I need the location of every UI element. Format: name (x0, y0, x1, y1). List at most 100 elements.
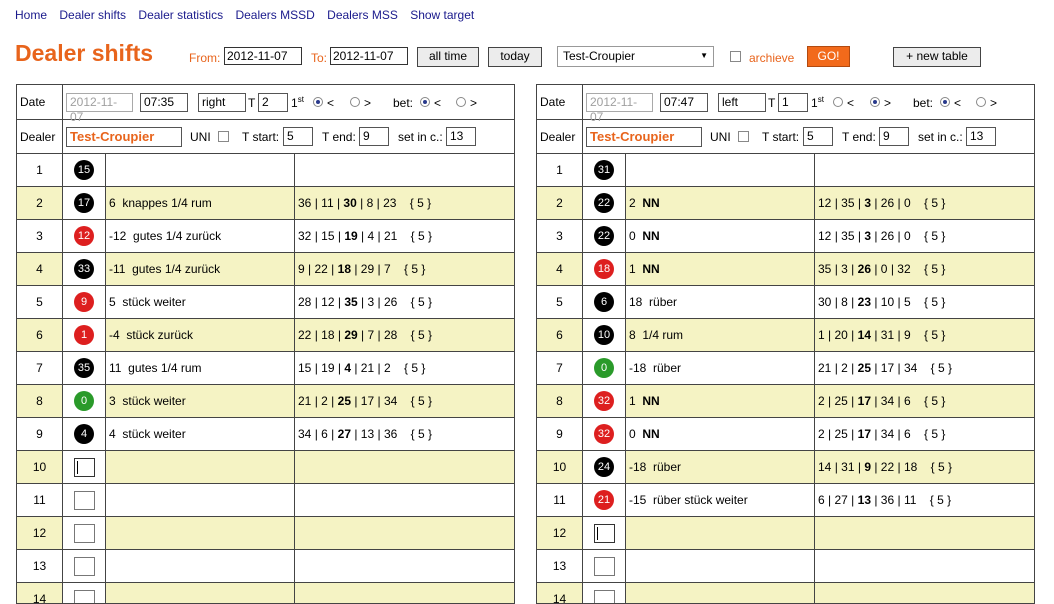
move-cell: 1 NN (626, 253, 815, 285)
bet-left-radio[interactable] (940, 97, 950, 107)
st-right-radio[interactable] (350, 97, 360, 107)
ball-number: 6 (594, 292, 614, 312)
sector-number: 25 (857, 361, 871, 375)
ball-number: 1 (74, 325, 94, 345)
sector-number: 6 (818, 493, 825, 507)
nav-dealer-shifts[interactable]: Dealer shifts (59, 8, 126, 22)
set-in-input[interactable]: 13 (966, 127, 996, 146)
t-end-input[interactable]: 9 (879, 127, 909, 146)
spin-result-input[interactable] (594, 590, 615, 603)
move-description: gutes 1/4 rum (128, 361, 202, 375)
date-input[interactable]: 2012-11-07 (66, 93, 133, 124)
bet-right-radio[interactable] (456, 97, 466, 107)
nav-show-target[interactable]: Show target (410, 8, 474, 22)
dealer-input[interactable]: Test-Croupier (586, 127, 702, 147)
to-label: To: (311, 51, 328, 65)
nav-dealers-mssd[interactable]: Dealers MSSD (235, 8, 314, 22)
t-input[interactable]: 1 (778, 93, 808, 112)
sector-number: 4 (344, 361, 351, 375)
move-cell: 18 rüber (626, 286, 815, 318)
spin-result-cell: 18 (583, 253, 626, 285)
go-button[interactable]: GO! (807, 46, 850, 67)
sector-number: 23 (383, 196, 397, 210)
uni-label: UNI (190, 130, 211, 144)
ball-number: 17 (74, 193, 94, 213)
from-date-input[interactable]: 2012-11-07 (224, 47, 302, 65)
today-button[interactable]: today (488, 47, 542, 67)
sector-number: 31 (841, 460, 855, 474)
t-start-input[interactable]: 5 (283, 127, 313, 146)
spin-result-input[interactable] (74, 524, 95, 543)
date-row: Date 2012-11-07 07:35 right T 2 1st < > bet: < > (17, 85, 514, 124)
spin-result-input[interactable] (594, 524, 615, 543)
move-distance: -18 (629, 361, 647, 375)
uni-checkbox[interactable] (738, 129, 749, 143)
sector-cell: 12 | 35 | 3 | 26 | 0 { 5 } (818, 196, 946, 210)
spin-result-input[interactable] (74, 491, 95, 510)
st-right-radio[interactable] (870, 97, 880, 107)
side-input[interactable]: left (718, 93, 766, 112)
t-start-input[interactable]: 5 (803, 127, 833, 146)
st-left-radio[interactable] (313, 97, 323, 107)
ball-number: 22 (594, 226, 614, 246)
move-description: gutes 1/4 zurück (133, 229, 222, 243)
spin-result-input[interactable] (74, 458, 95, 477)
sector-number: 27 (337, 427, 351, 441)
t-start-label: T start: (242, 130, 280, 144)
spin-result-input[interactable] (74, 590, 95, 603)
date-input[interactable]: 2012-11-07 (586, 93, 653, 124)
sector-count: { 5 } (923, 394, 946, 408)
sector-count: { 5 } (410, 295, 433, 309)
spin-result-cell: 4 (63, 418, 106, 450)
nav-home[interactable]: Home (15, 8, 47, 22)
move-cell: 2 NN (626, 187, 815, 219)
to-date-input[interactable]: 2012-11-07 (330, 47, 408, 65)
move-description: NN (642, 394, 660, 408)
set-in-input[interactable]: 13 (446, 127, 476, 146)
move-description: rüber (653, 361, 682, 375)
nav-dealer-statistics[interactable]: Dealer statistics (138, 8, 223, 22)
move-distance: 0 (629, 427, 636, 441)
spin-number: 3 (537, 220, 583, 252)
bet-right-radio[interactable] (976, 97, 986, 107)
spin-result-input[interactable] (594, 557, 615, 576)
spin-number: 3 (17, 220, 63, 252)
spin-result-input[interactable] (74, 557, 95, 576)
sector-number: 17 (880, 361, 895, 375)
sector-number: 1 (818, 328, 825, 342)
t-input[interactable]: 2 (258, 93, 288, 112)
sector-cell (815, 517, 1034, 549)
spin-row: 944 stück weiter 34 | 6 | 27 | 13 | 36 { … (17, 418, 514, 451)
sector-number: 8 (366, 196, 374, 210)
dealer-input[interactable]: Test-Croupier (66, 127, 182, 147)
move-distance: 0 (629, 229, 636, 243)
sector-cell (295, 517, 514, 549)
bet-left-radio[interactable] (420, 97, 430, 107)
sector-count: { 5 } (923, 295, 946, 309)
new-table-button[interactable]: + new table (893, 47, 981, 67)
croupier-select[interactable]: Test-Croupier ▼ (557, 46, 714, 67)
archieve-checkbox[interactable] (730, 49, 741, 63)
move-cell: -18 rüber (626, 352, 815, 384)
t-end-input[interactable]: 9 (359, 127, 389, 146)
time-input[interactable]: 07:35 (140, 93, 188, 112)
st-left-label: < (327, 96, 335, 110)
move-cell: 0 NN (626, 220, 815, 252)
side-input[interactable]: right (198, 93, 246, 112)
sector-number: 15 (321, 229, 335, 243)
sector-cell: 35 | 3 | 26 | 0 | 32 { 5 } (818, 262, 946, 276)
uni-checkbox[interactable] (218, 129, 229, 143)
sector-number: 34 (880, 427, 895, 441)
spin-number: 13 (17, 550, 63, 582)
time-input[interactable]: 07:47 (660, 93, 708, 112)
spin-result-cell: 9 (63, 286, 106, 318)
spin-result-cell: 22 (583, 220, 626, 252)
sector-number: 34 (383, 394, 398, 408)
sector-cell: 15 | 19 | 4 | 21 | 2 { 5 } (298, 361, 426, 375)
move-description: NN (642, 196, 660, 210)
all-time-button[interactable]: all time (417, 47, 479, 67)
sector-number: 15 (298, 361, 312, 375)
nav-dealers-mss[interactable]: Dealers MSS (327, 8, 398, 22)
sector-cell: 36 | 11 | 30 | 8 | 23 { 5 } (298, 196, 432, 210)
st-left-radio[interactable] (833, 97, 843, 107)
